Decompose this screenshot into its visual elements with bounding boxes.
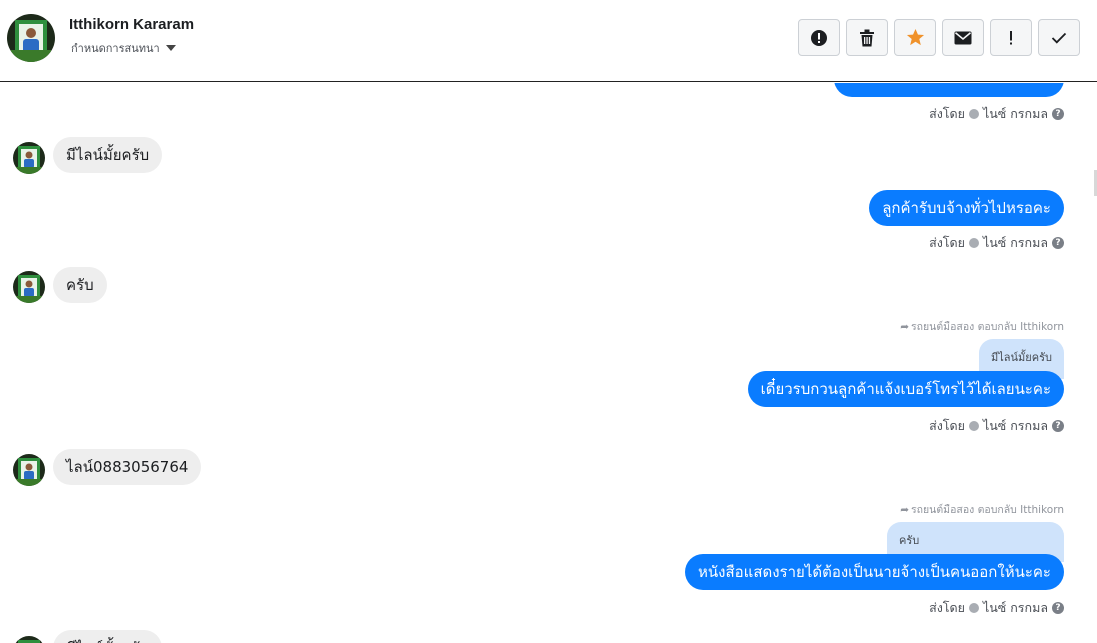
assign-conversation-dropdown[interactable]: กำหนดการสนทนา: [71, 39, 176, 57]
mark-unread-button[interactable]: [942, 19, 984, 56]
report-spam-button[interactable]: [798, 19, 840, 56]
message-bubble-outgoing[interactable]: หนังสือแสดงรายได้ต้องเป็นนายจ้างเป็นคนออ…: [685, 554, 1064, 590]
conversation-header: Itthikorn Kararam กำหนดการสนทนา: [0, 0, 1097, 82]
caret-down-icon: [165, 45, 176, 51]
exclamation-icon: [1010, 30, 1012, 44]
reply-context-label: รถยนต์มือสอง ตอบกลับ Itthikorn: [911, 504, 1064, 516]
help-icon[interactable]: ?: [1052, 108, 1064, 120]
help-icon[interactable]: ?: [1052, 602, 1064, 614]
agent-icon: [968, 109, 979, 119]
message-bubble-incoming[interactable]: มีไลน์มั้ยครับ: [53, 630, 163, 643]
contact-avatar-small: [13, 142, 45, 174]
sent-by-meta: ส่งโดย ไนซ์ กรกมล ?: [929, 416, 1064, 436]
exclamation-circle-icon: [811, 29, 827, 46]
message-bubble-incoming[interactable]: มีไลน์มั้ยครับ: [53, 137, 163, 173]
contact-avatar[interactable]: [7, 14, 55, 62]
message-bubble-outgoing[interactable]: [834, 83, 1064, 97]
delete-button[interactable]: [846, 19, 888, 56]
reply-arrow-icon: ➦: [900, 320, 910, 333]
reply-context-label: รถยนต์มือสอง ตอบกลับ Itthikorn: [911, 321, 1064, 333]
reply-arrow-icon: ➦: [900, 503, 910, 516]
agent-name: ไนซ์ กรกมล: [982, 600, 1048, 615]
help-icon[interactable]: ?: [1052, 237, 1064, 249]
sent-by-label: ส่งโดย: [929, 235, 965, 250]
message-bubble-incoming[interactable]: ไลน์0883056764: [53, 449, 202, 485]
star-button[interactable]: [894, 19, 936, 56]
sent-by-meta: ส่งโดย ไนซ์ กรกมล ?: [929, 104, 1064, 124]
sent-by-meta: ส่งโดย ไนซ์ กรกมล ?: [929, 233, 1064, 253]
help-icon[interactable]: ?: [1052, 420, 1064, 432]
message-thread[interactable]: ส่งโดย ไนซ์ กรกมล ? มีไลน์มั้ยครับ ลูกค้…: [0, 83, 1097, 643]
message-bubble-outgoing[interactable]: ลูกค้ารับบจ้างทั่วไปหรอคะ: [869, 190, 1064, 226]
agent-icon: [968, 238, 979, 248]
message-bubble-incoming[interactable]: ครับ: [53, 267, 107, 303]
agent-icon: [968, 603, 979, 613]
checkmark-icon: [1051, 32, 1067, 44]
contact-avatar-small: [13, 271, 45, 303]
agent-name: ไนซ์ กรกมล: [982, 418, 1048, 433]
sent-by-label: ส่งโดย: [929, 600, 965, 615]
sent-by-meta: ส่งโดย ไนซ์ กรกมล ?: [929, 598, 1064, 618]
message-bubble-outgoing[interactable]: เดี๋ยวรบกวนลูกค้าแจ้งเบอร์โทรไว้ได้เลยนะ…: [747, 371, 1064, 407]
agent-name: ไนซ์ กรกมล: [982, 106, 1048, 121]
contact-name[interactable]: Itthikorn Kararam: [69, 16, 194, 33]
agent-name: ไนซ์ กรกมล: [982, 235, 1048, 250]
sent-by-label: ส่งโดย: [929, 418, 965, 433]
conversation-actions: [798, 19, 1080, 56]
trash-icon: [860, 29, 874, 46]
envelope-icon: [954, 31, 972, 44]
agent-icon: [968, 421, 979, 431]
star-icon: [906, 28, 924, 46]
follow-up-button[interactable]: [990, 19, 1032, 56]
contact-avatar-small: [13, 454, 45, 486]
reply-context: ➦ รถยนต์มือสอง ตอบกลับ Itthikorn: [900, 501, 1064, 518]
assign-label: กำหนดการสนทนา: [71, 42, 160, 55]
mark-done-button[interactable]: [1038, 19, 1080, 56]
sent-by-label: ส่งโดย: [929, 106, 965, 121]
reply-context: ➦ รถยนต์มือสอง ตอบกลับ Itthikorn: [900, 318, 1064, 335]
contact-avatar-small: [13, 636, 45, 643]
